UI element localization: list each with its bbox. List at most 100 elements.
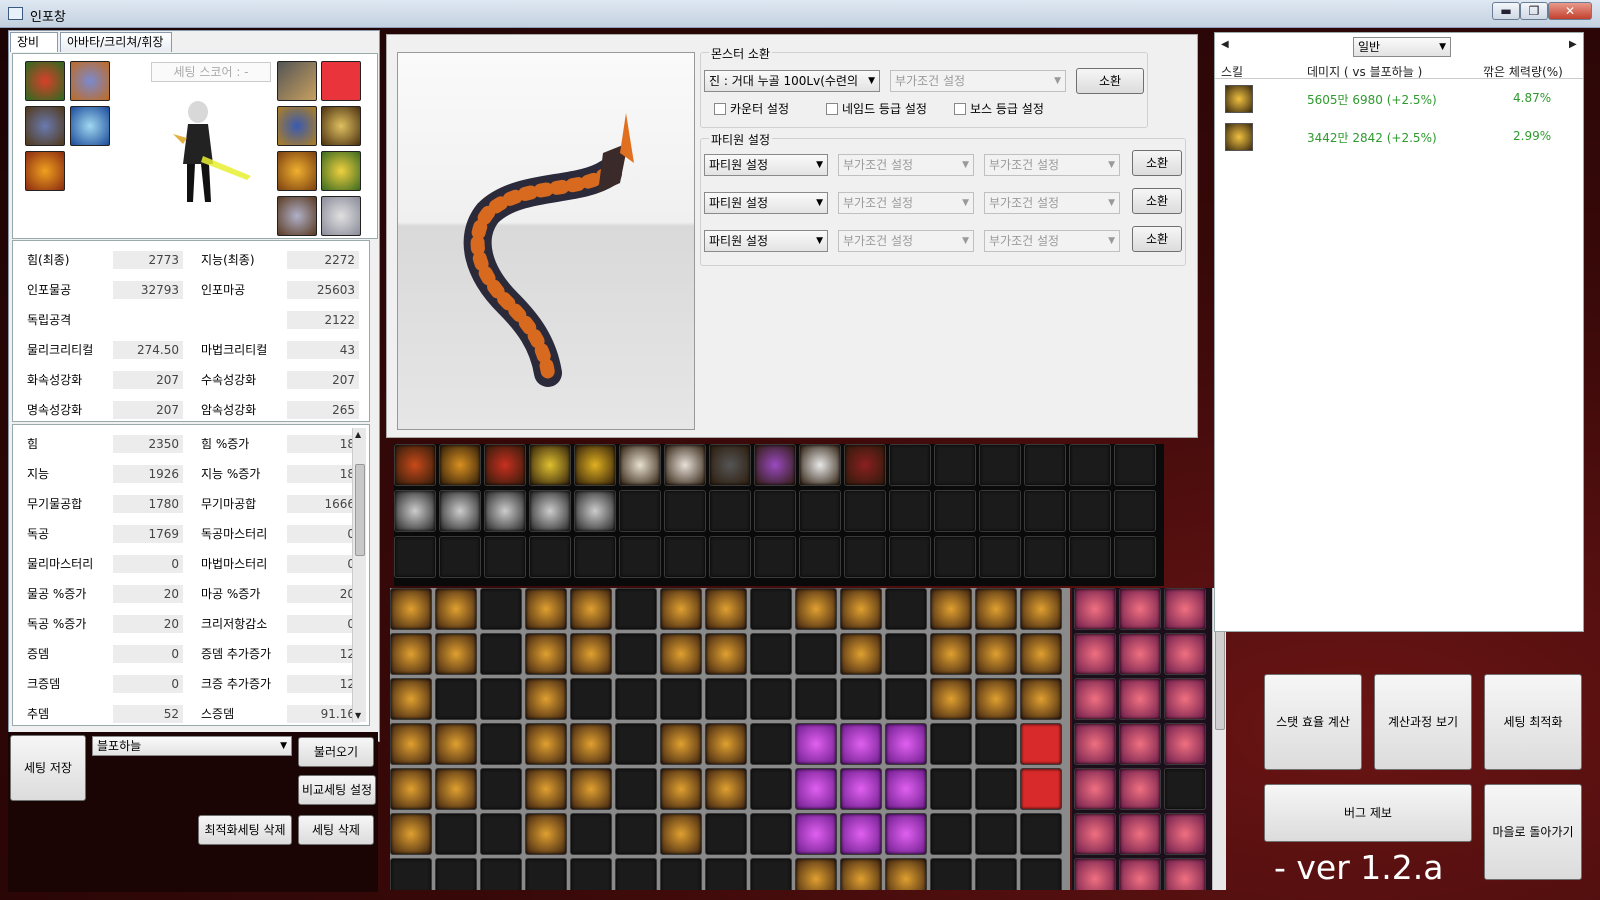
equip-slot-2016-title[interactable] xyxy=(321,61,361,101)
equip-slot-weapon[interactable] xyxy=(277,61,317,101)
inventory-slot[interactable] xyxy=(1020,768,1062,810)
optimize-setting-button[interactable]: 세팅 최적화 xyxy=(1484,674,1582,770)
inventory-slot[interactable] xyxy=(615,633,657,675)
inventory-slot[interactable] xyxy=(525,723,567,765)
avatar-slot[interactable] xyxy=(1074,723,1116,765)
inventory-slot[interactable] xyxy=(615,723,657,765)
equip-slot-earring[interactable] xyxy=(321,196,361,236)
avatar-slot[interactable] xyxy=(1074,678,1116,720)
skill-slot[interactable] xyxy=(979,490,1021,532)
inventory-slot[interactable] xyxy=(930,858,972,890)
inventory-slot[interactable] xyxy=(705,633,747,675)
inventory-slot[interactable] xyxy=(435,813,477,855)
inventory-slot[interactable] xyxy=(750,588,792,630)
detail-stats-scrollbar[interactable]: ▲ ▼ xyxy=(352,428,366,722)
skill-slot[interactable] xyxy=(484,490,526,532)
load-button[interactable]: 불러오기 xyxy=(298,737,374,767)
equip-slot-shoulder[interactable] xyxy=(25,106,65,146)
skill-slot[interactable] xyxy=(979,444,1021,486)
party-extra-select-2[interactable]: 부가조건 설정 ▼ xyxy=(984,230,1120,252)
close-button[interactable]: ✕ xyxy=(1548,2,1592,20)
skill-slot[interactable] xyxy=(484,444,526,486)
skill-slot[interactable] xyxy=(619,536,661,578)
party-extra-select-1[interactable]: 부가조건 설정 ▼ xyxy=(838,230,974,252)
skill-slot[interactable] xyxy=(1114,444,1156,486)
inventory-slot[interactable] xyxy=(705,858,747,890)
bug-report-button[interactable]: 버그 제보 xyxy=(1264,784,1472,842)
skill-slot[interactable] xyxy=(439,490,481,532)
inventory-slot[interactable] xyxy=(795,678,837,720)
inventory-slot[interactable] xyxy=(660,678,702,720)
preset-select[interactable]: 블포하늘 ▼ xyxy=(92,736,292,756)
monster-extra-select[interactable]: 부가조건 설정 ▼ xyxy=(890,70,1066,92)
equip-slot-top[interactable] xyxy=(70,61,110,101)
inventory-slot[interactable] xyxy=(705,768,747,810)
inventory-slot[interactable] xyxy=(750,768,792,810)
skill-slot[interactable] xyxy=(574,444,616,486)
skill-slot[interactable] xyxy=(664,536,706,578)
skill-slot[interactable] xyxy=(394,490,436,532)
inventory-slot[interactable] xyxy=(885,723,927,765)
inventory-slot[interactable] xyxy=(660,858,702,890)
inventory-slot[interactable] xyxy=(390,633,432,675)
inventory-slot[interactable] xyxy=(570,723,612,765)
skill-slot[interactable] xyxy=(394,536,436,578)
party-summon-button[interactable]: 소환 xyxy=(1132,150,1182,176)
avatar-slot[interactable] xyxy=(1119,813,1161,855)
inventory-slot[interactable] xyxy=(570,813,612,855)
inventory-slot[interactable] xyxy=(930,768,972,810)
inventory-slot[interactable] xyxy=(975,633,1017,675)
inventory-slot[interactable] xyxy=(570,678,612,720)
inventory-slot[interactable] xyxy=(480,813,522,855)
inventory-slot[interactable] xyxy=(525,768,567,810)
skill-slot[interactable] xyxy=(934,536,976,578)
inventory-slot[interactable] xyxy=(390,588,432,630)
inventory-slot[interactable] xyxy=(840,768,882,810)
skill-slot[interactable] xyxy=(1069,444,1111,486)
inventory-slot[interactable] xyxy=(975,588,1017,630)
skill-slot[interactable] xyxy=(529,536,571,578)
inventory-slot[interactable] xyxy=(750,678,792,720)
inventory-slot[interactable] xyxy=(525,678,567,720)
inventory-slot[interactable] xyxy=(885,588,927,630)
avatar-slot[interactable] xyxy=(1074,633,1116,675)
skill-slot[interactable] xyxy=(1024,444,1066,486)
avatar-slot[interactable] xyxy=(1119,678,1161,720)
skill-slot[interactable] xyxy=(1069,490,1111,532)
skill-slot[interactable] xyxy=(1069,536,1111,578)
inventory-slot[interactable] xyxy=(435,633,477,675)
inventory-slot[interactable] xyxy=(975,678,1017,720)
save-setting-button[interactable]: 세팅 저장 xyxy=(10,735,86,801)
inventory-slot[interactable] xyxy=(975,723,1017,765)
inventory-slot[interactable] xyxy=(840,588,882,630)
avatar-slot[interactable] xyxy=(1074,768,1116,810)
skill-slot[interactable] xyxy=(754,444,796,486)
avatar-slot[interactable] xyxy=(1164,678,1206,720)
inventory-slot[interactable] xyxy=(390,678,432,720)
equip-slot-ring[interactable] xyxy=(277,151,317,191)
inventory-slot[interactable] xyxy=(975,858,1017,890)
inventory-slot[interactable] xyxy=(1020,813,1062,855)
inventory-slot[interactable] xyxy=(930,633,972,675)
avatar-slot[interactable] xyxy=(1164,813,1206,855)
compare-setting-button[interactable]: 비교세팅 설정 xyxy=(298,775,376,805)
inventory-slot[interactable] xyxy=(840,678,882,720)
inventory-slot[interactable] xyxy=(435,768,477,810)
inventory-slot[interactable] xyxy=(1020,588,1062,630)
inventory-slot[interactable] xyxy=(840,723,882,765)
inventory-slot[interactable] xyxy=(615,588,657,630)
inventory-slot[interactable] xyxy=(705,723,747,765)
equip-slot-magic-stone[interactable] xyxy=(277,196,317,236)
inventory-slot[interactable] xyxy=(480,678,522,720)
inventory-slot[interactable] xyxy=(660,633,702,675)
skill-slot[interactable] xyxy=(1024,490,1066,532)
party-member-select[interactable]: 파티원 설정 ▼ xyxy=(704,154,828,176)
inventory-slot[interactable] xyxy=(480,588,522,630)
inventory-slot[interactable] xyxy=(1020,858,1062,890)
skill-slot[interactable] xyxy=(799,444,841,486)
skill-slot[interactable] xyxy=(844,490,886,532)
avatar-slot[interactable] xyxy=(1164,858,1206,890)
inventory-slot[interactable] xyxy=(435,678,477,720)
scroll-up-icon[interactable]: ▲ xyxy=(355,430,361,439)
inventory-slot[interactable] xyxy=(795,588,837,630)
